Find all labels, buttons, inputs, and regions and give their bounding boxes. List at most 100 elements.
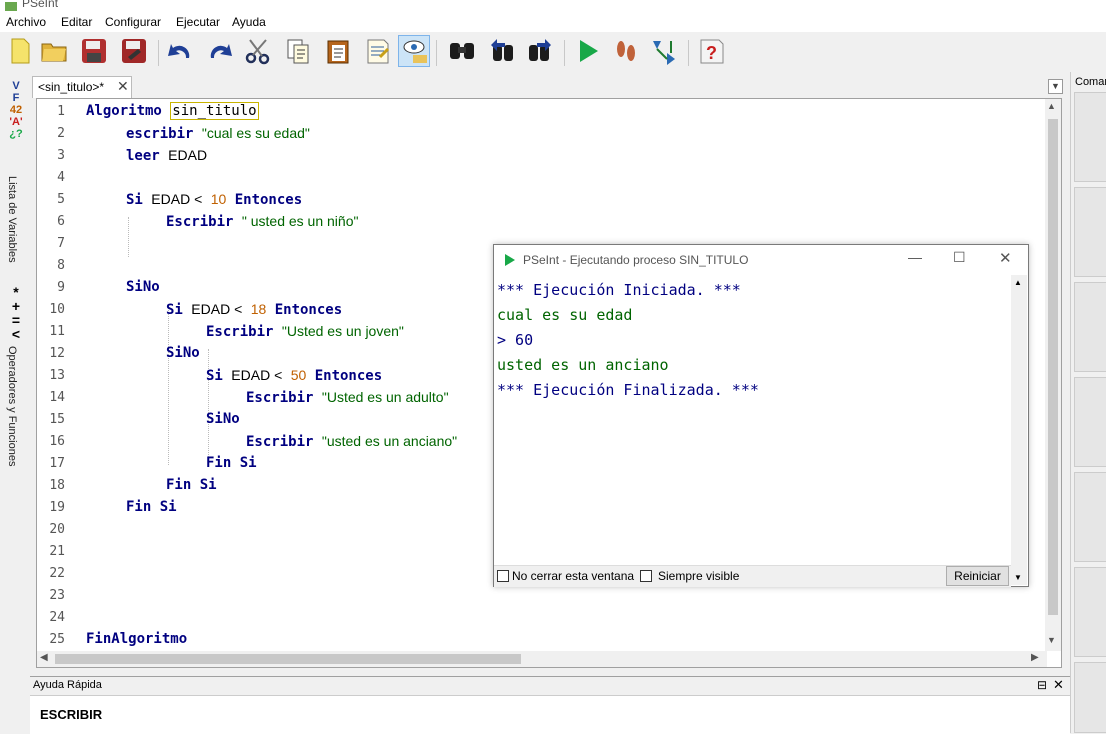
menu-configurar[interactable]: Configurar	[105, 15, 161, 29]
code-line-19: Fin Si	[126, 499, 177, 515]
scroll-thumb[interactable]	[1048, 119, 1058, 615]
run-icon	[505, 254, 515, 266]
quick-help-header: Ayuda Rápida ⊟ ✕	[30, 677, 1070, 696]
line-number-gutter: 1 2 3 4 5 6 7 8 9 10 11 12 13 14 15 16 1…	[37, 99, 75, 659]
help-icon[interactable]: ?	[696, 35, 728, 67]
line-number: 17	[49, 456, 65, 471]
menu-editar[interactable]: Editar	[61, 15, 92, 29]
new-file-icon[interactable]	[4, 35, 36, 67]
command-button[interactable]	[1074, 662, 1106, 733]
code-line-14: Escribir "Usted es un adulto"	[246, 389, 449, 406]
flowchart-icon[interactable]	[648, 35, 680, 67]
line-number: 12	[49, 346, 65, 361]
tab-label: <sin_titulo>*	[38, 80, 105, 94]
siempre-visible-label[interactable]: Siempre visible	[658, 569, 739, 583]
code-line-25: FinAlgoritmo	[86, 631, 188, 647]
console-output-line: *** Ejecución Iniciada. ***	[497, 281, 741, 299]
title-bar: PSeInt	[0, 0, 1106, 12]
minimize-icon[interactable]: —	[908, 249, 922, 265]
tab-sin-titulo[interactable]: <sin_titulo>* ✕	[32, 76, 132, 98]
line-number: 3	[57, 148, 65, 163]
line-number: 7	[57, 236, 65, 251]
command-button[interactable]	[1074, 92, 1106, 182]
restore-icon[interactable]: ⊟	[1037, 678, 1047, 692]
operators-icon[interactable]: * + = <	[6, 285, 26, 341]
line-number: 23	[49, 588, 65, 603]
operators-panel-label[interactable]: Operadores y Funciones	[6, 346, 18, 466]
command-button[interactable]	[1074, 187, 1106, 277]
save-icon[interactable]	[78, 35, 110, 67]
watch-variables-icon[interactable]	[398, 35, 430, 67]
scroll-thumb[interactable]	[55, 654, 521, 664]
paste-icon[interactable]	[322, 35, 354, 67]
menu-ejecutar[interactable]: Ejecutar	[176, 15, 220, 29]
line-number: 21	[49, 544, 65, 559]
code-line-1: Algoritmo sin_titulo	[86, 102, 259, 120]
scroll-left-icon[interactable]: ◀	[40, 652, 48, 663]
save-as-icon[interactable]	[118, 35, 150, 67]
editor-vertical-scrollbar[interactable]: ▲ ▼	[1045, 99, 1061, 651]
menu-ayuda[interactable]: Ayuda	[232, 15, 266, 29]
tab-bar	[30, 72, 1070, 98]
no-cerrar-checkbox[interactable]	[497, 570, 509, 582]
scroll-down-icon[interactable]: ▼	[1014, 573, 1022, 582]
console-footer: No cerrar esta ventana Siempre visible R…	[494, 565, 1011, 587]
console-title: PSeInt - Ejecutando proceso SIN_TITULO	[523, 253, 749, 267]
search-icon[interactable]	[446, 35, 478, 67]
step-by-step-icon[interactable]	[610, 35, 642, 67]
line-number: 20	[49, 522, 65, 537]
left-side-panel: V F 42 'A' ¿? Lista de Variables * + = < Operad…	[0, 72, 30, 733]
variables-icon[interactable]: V F 42 'A' ¿?	[6, 80, 26, 140]
line-number: 9	[57, 280, 65, 295]
menu-archivo[interactable]: Archivo	[6, 15, 46, 29]
code-line-18: Fin Si	[166, 477, 217, 493]
console-title-bar[interactable]: PSeInt - Ejecutando proceso SIN_TITULO —…	[494, 245, 1028, 275]
scroll-right-icon[interactable]: ▶	[1031, 652, 1039, 663]
find-next-icon[interactable]	[524, 35, 556, 67]
code-line-2: escribir "cual es su edad"	[126, 125, 310, 142]
line-number: 15	[49, 412, 65, 427]
code-line-3: leer EDAD	[126, 147, 208, 164]
quick-help-panel: Ayuda Rápida ⊟ ✕ ESCRIBIR	[30, 676, 1070, 734]
reiniciar-button[interactable]: Reiniciar	[946, 566, 1009, 586]
quick-help-content: ESCRIBIR	[40, 707, 103, 722]
copy-icon[interactable]	[282, 35, 314, 67]
line-number: 16	[49, 434, 65, 449]
redo-icon[interactable]	[204, 35, 236, 67]
console-scrollbar[interactable]: ▲ ▼	[1011, 275, 1027, 585]
undo-icon[interactable]	[164, 35, 196, 67]
code-line-5: Si EDAD < 10 Entonces	[126, 191, 303, 208]
console-output-line: usted es un anciano	[497, 356, 669, 374]
editor-horizontal-scrollbar[interactable]: ◀ ▶	[37, 651, 1047, 667]
close-tab-icon[interactable]: ✕	[117, 78, 129, 95]
scroll-down-icon[interactable]: ▼	[1047, 635, 1056, 645]
scroll-up-icon[interactable]: ▲	[1014, 278, 1022, 287]
line-number: 6	[57, 214, 65, 229]
line-number: 2	[57, 126, 65, 141]
command-button[interactable]	[1074, 282, 1106, 372]
siempre-visible-checkbox[interactable]	[640, 570, 652, 582]
command-button[interactable]	[1074, 377, 1106, 467]
close-icon[interactable]: ✕	[1053, 677, 1064, 693]
line-number: 10	[49, 302, 65, 317]
variables-panel-label[interactable]: Lista de Variables	[6, 176, 18, 263]
close-icon[interactable]: ✕	[999, 249, 1012, 267]
scroll-up-icon[interactable]: ▲	[1047, 101, 1056, 111]
tab-list-chevron-down-icon[interactable]: ▼	[1048, 79, 1063, 94]
command-button[interactable]	[1074, 472, 1106, 562]
comment-icon[interactable]	[362, 35, 394, 67]
open-folder-icon[interactable]	[38, 35, 70, 67]
line-number: 14	[49, 390, 65, 405]
run-icon[interactable]	[572, 35, 604, 67]
execution-console-window[interactable]: PSeInt - Ejecutando proceso SIN_TITULO —…	[493, 244, 1029, 587]
code-line-6: Escribir " usted es un niño"	[166, 213, 359, 230]
line-number: 18	[49, 478, 65, 493]
line-number: 24	[49, 610, 65, 625]
command-button[interactable]	[1074, 567, 1106, 657]
line-number: 5	[57, 192, 65, 207]
maximize-icon[interactable]: ☐	[953, 249, 966, 266]
line-number: 19	[49, 500, 65, 515]
cut-icon[interactable]	[242, 35, 274, 67]
no-cerrar-label[interactable]: No cerrar esta ventana	[512, 569, 634, 583]
find-previous-icon[interactable]	[486, 35, 518, 67]
